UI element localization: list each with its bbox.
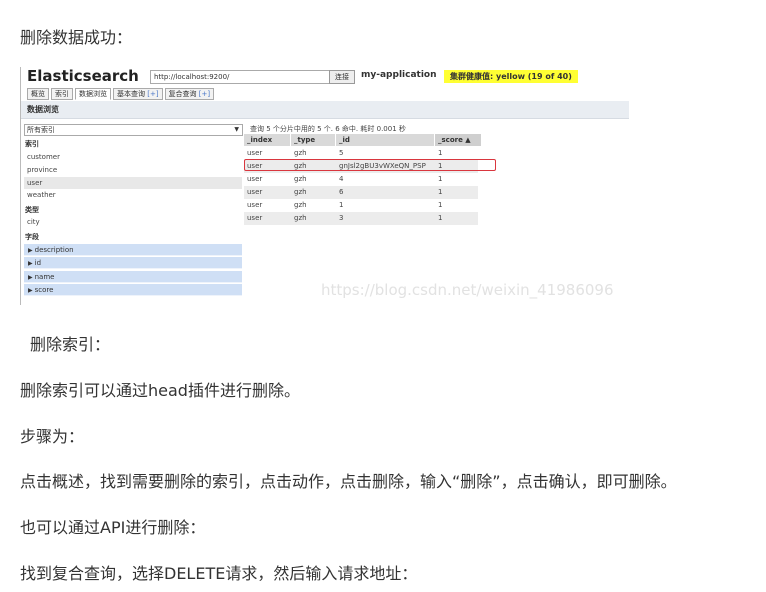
table-row[interactable] xyxy=(244,173,478,186)
dropdown-arrow-icon: ▼ xyxy=(234,126,239,133)
table-cell: user xyxy=(247,175,263,183)
table-cell: 1 xyxy=(438,201,443,209)
table-cell: user xyxy=(247,214,263,222)
table-cell: 4 xyxy=(339,175,344,183)
filter-sidebar: 所有索引 ▼ 索引 customer province user weather… xyxy=(24,124,243,305)
url-input[interactable]: http://localhost:9200/ xyxy=(150,70,330,84)
table-cell: 1 xyxy=(339,201,344,209)
health-badge: 集群健康值: yellow (19 of 40) xyxy=(444,70,578,83)
tab-basic-query-label: 基本查询 xyxy=(117,90,145,98)
tab-basic-query-plus[interactable]: [+] xyxy=(147,90,158,98)
table-cell: gzh xyxy=(294,214,307,222)
field-id-label: id xyxy=(34,259,42,267)
tab-compound-query-label: 复合查询 xyxy=(168,90,197,98)
table-cell: gzh xyxy=(294,201,307,209)
paragraph-text: 步骤为： xyxy=(20,427,85,446)
column-header-index[interactable]: _index xyxy=(244,134,290,146)
highlight-box xyxy=(244,159,496,171)
intro-text: 删除数据成功： xyxy=(20,28,133,47)
field-description[interactable]: ▶ description xyxy=(24,244,242,256)
index-item-customer[interactable]: customer xyxy=(24,151,242,163)
expand-triangle-icon: ▶ xyxy=(28,260,33,267)
type-item-city[interactable]: city xyxy=(24,216,242,228)
table-cell: 1 xyxy=(438,175,443,183)
field-name-label: name xyxy=(34,273,55,281)
tab-bar: 概览 索引 数据浏览 基本查询 [+] 复合查询 [+] xyxy=(27,88,215,100)
indices-heading: 索引 xyxy=(25,140,39,148)
paragraph-text: 找到复合查询，选择DELETE请求，然后输入请求地址： xyxy=(20,564,418,583)
table-row[interactable] xyxy=(244,199,478,212)
fields-heading: 字段 xyxy=(25,233,39,241)
tab-overview[interactable]: 概览 xyxy=(27,88,49,100)
tab-indices[interactable]: 索引 xyxy=(51,88,73,100)
table-cell: 1 xyxy=(438,188,443,196)
types-heading: 类型 xyxy=(25,206,39,214)
paragraph-text: 删除索引可以通过head插件进行删除。 xyxy=(20,381,300,400)
field-id[interactable]: ▶ id xyxy=(24,257,242,269)
expand-triangle-icon: ▶ xyxy=(28,247,33,254)
table-row[interactable] xyxy=(244,212,478,225)
expand-triangle-icon: ▶ xyxy=(28,287,33,294)
column-header-id[interactable]: _id xyxy=(336,134,434,146)
table-cell: 1 xyxy=(438,214,443,222)
field-score[interactable]: ▶ score xyxy=(24,284,242,296)
section-title: 数据浏览 xyxy=(27,105,59,114)
query-summary: 查询 5 个分片中用的 5 个. 6 命中. 耗时 0.001 秒 xyxy=(250,125,406,133)
embedded-screenshot: Elasticsearch http://localhost:9200/ 连接 … xyxy=(20,67,629,305)
index-item-province[interactable]: province xyxy=(24,164,242,176)
field-name[interactable]: ▶ name xyxy=(24,271,242,283)
paragraph-text: 点击概述，找到需要删除的索引，点击动作，点击删除，输入“删除”，点击确认，即可删… xyxy=(20,472,677,491)
field-description-label: description xyxy=(34,246,74,254)
cluster-name: my-application xyxy=(361,70,437,80)
expand-triangle-icon: ▶ xyxy=(28,274,33,281)
section-heading-delete-index: 删除索引： xyxy=(30,335,111,354)
tab-basic-query[interactable]: 基本查询 [+] xyxy=(113,88,163,100)
field-score-label: score xyxy=(34,286,54,294)
tab-compound-query-plus[interactable]: [+] xyxy=(199,90,210,98)
column-header-score[interactable]: _score ▲ xyxy=(435,134,481,146)
table-cell: gzh xyxy=(294,188,307,196)
index-item-weather[interactable]: weather xyxy=(24,189,242,201)
table-cell: user xyxy=(247,188,263,196)
index-item-user[interactable]: user xyxy=(24,177,242,189)
index-select-value: 所有索引 xyxy=(27,126,55,134)
connect-button[interactable]: 连接 xyxy=(329,70,355,84)
app-logo: Elasticsearch xyxy=(27,67,139,85)
tab-data-browser[interactable]: 数据浏览 xyxy=(75,88,111,100)
index-select[interactable]: 所有索引 ▼ xyxy=(24,124,243,136)
table-cell: 3 xyxy=(339,214,344,222)
table-cell: user xyxy=(247,201,263,209)
paragraph-text: 也可以通过API进行删除： xyxy=(20,518,206,537)
watermark: https://blog.csdn.net/weixin_41986096 xyxy=(321,281,614,299)
tab-compound-query[interactable]: 复合查询 [+] xyxy=(164,88,215,100)
table-cell: 6 xyxy=(339,188,344,196)
table-cell: gzh xyxy=(294,175,307,183)
table-row[interactable] xyxy=(244,186,478,199)
section-header: 数据浏览 xyxy=(21,101,629,119)
column-header-type[interactable]: _type xyxy=(291,134,335,146)
